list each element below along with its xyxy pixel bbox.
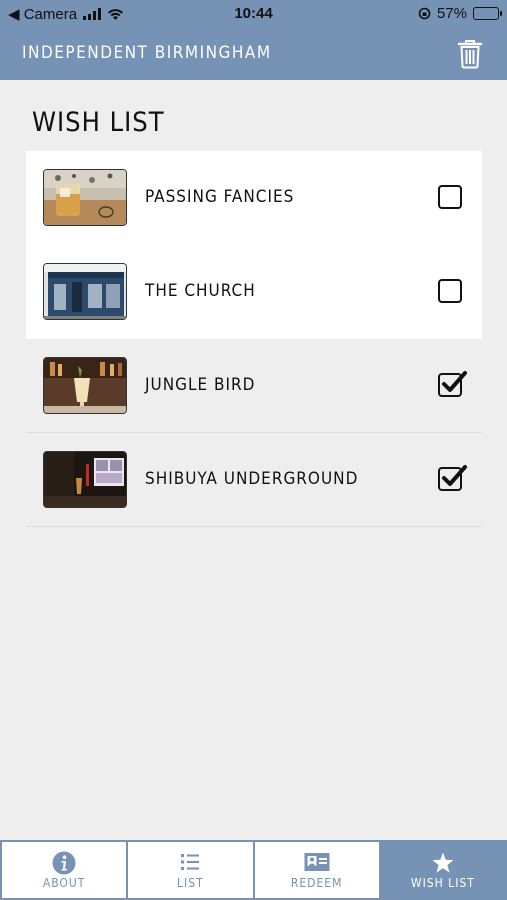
tab-label: REDEEM xyxy=(290,876,343,890)
star-icon xyxy=(381,851,505,875)
list-item-passing-fancies[interactable]: PASSING FANCIES xyxy=(26,151,482,245)
checkmark-icon xyxy=(442,371,467,392)
tab-list[interactable]: LIST xyxy=(126,841,255,900)
battery-icon xyxy=(473,7,502,20)
wishlist-checkbox[interactable] xyxy=(438,185,462,209)
app-header: INDEPENDENT BIRMINGHAM xyxy=(0,28,507,80)
status-right: 57% xyxy=(418,5,502,22)
list-item-the-church[interactable]: THE CHURCH xyxy=(26,245,482,339)
trash-icon[interactable] xyxy=(457,39,483,69)
tab-label: ABOUT xyxy=(42,876,86,890)
battery-percent: 57% xyxy=(436,5,467,22)
tab-label: WISH LIST xyxy=(410,876,475,890)
venue-thumbnail xyxy=(43,263,127,320)
list-item-jungle-bird[interactable]: JUNGLE BIRD xyxy=(26,339,482,433)
tab-about[interactable]: ABOUT xyxy=(0,841,129,900)
wishlist-checkbox[interactable] xyxy=(438,279,462,303)
card-icon xyxy=(255,851,379,875)
wishlist-checkbox[interactable] xyxy=(438,371,467,397)
venue-thumbnail xyxy=(43,357,127,414)
app-title: INDEPENDENT BIRMINGHAM xyxy=(22,43,272,63)
status-bar: ◀ Camera 10:44 57% xyxy=(0,0,507,28)
tab-wish-list[interactable]: WISH LIST xyxy=(378,841,507,900)
list-item-label: SHIBUYA UNDERGROUND xyxy=(145,469,359,489)
venue-thumbnail xyxy=(43,169,127,226)
checkmark-icon xyxy=(442,465,467,486)
list-item-label: PASSING FANCIES xyxy=(145,187,295,207)
tab-bar: ABOUT LIST REDEEM WISH LIST xyxy=(0,840,507,900)
list-item-label: THE CHURCH xyxy=(145,281,256,301)
info-icon xyxy=(2,851,126,875)
list-item-shibuya-underground[interactable]: SHIBUYA UNDERGROUND xyxy=(26,433,482,527)
rotation-lock-icon xyxy=(418,7,431,20)
list-item-label: JUNGLE BIRD xyxy=(145,375,256,395)
wishlist-checkbox[interactable] xyxy=(438,465,467,491)
tab-label: LIST xyxy=(177,876,204,890)
page-title: WISH LIST xyxy=(32,107,165,138)
tab-redeem[interactable]: REDEEM xyxy=(252,841,381,900)
venue-thumbnail xyxy=(43,451,127,508)
wish-list: PASSING FANCIES THE CHURCH JUNGLE BIRD S… xyxy=(26,151,482,527)
list-icon xyxy=(128,851,252,875)
